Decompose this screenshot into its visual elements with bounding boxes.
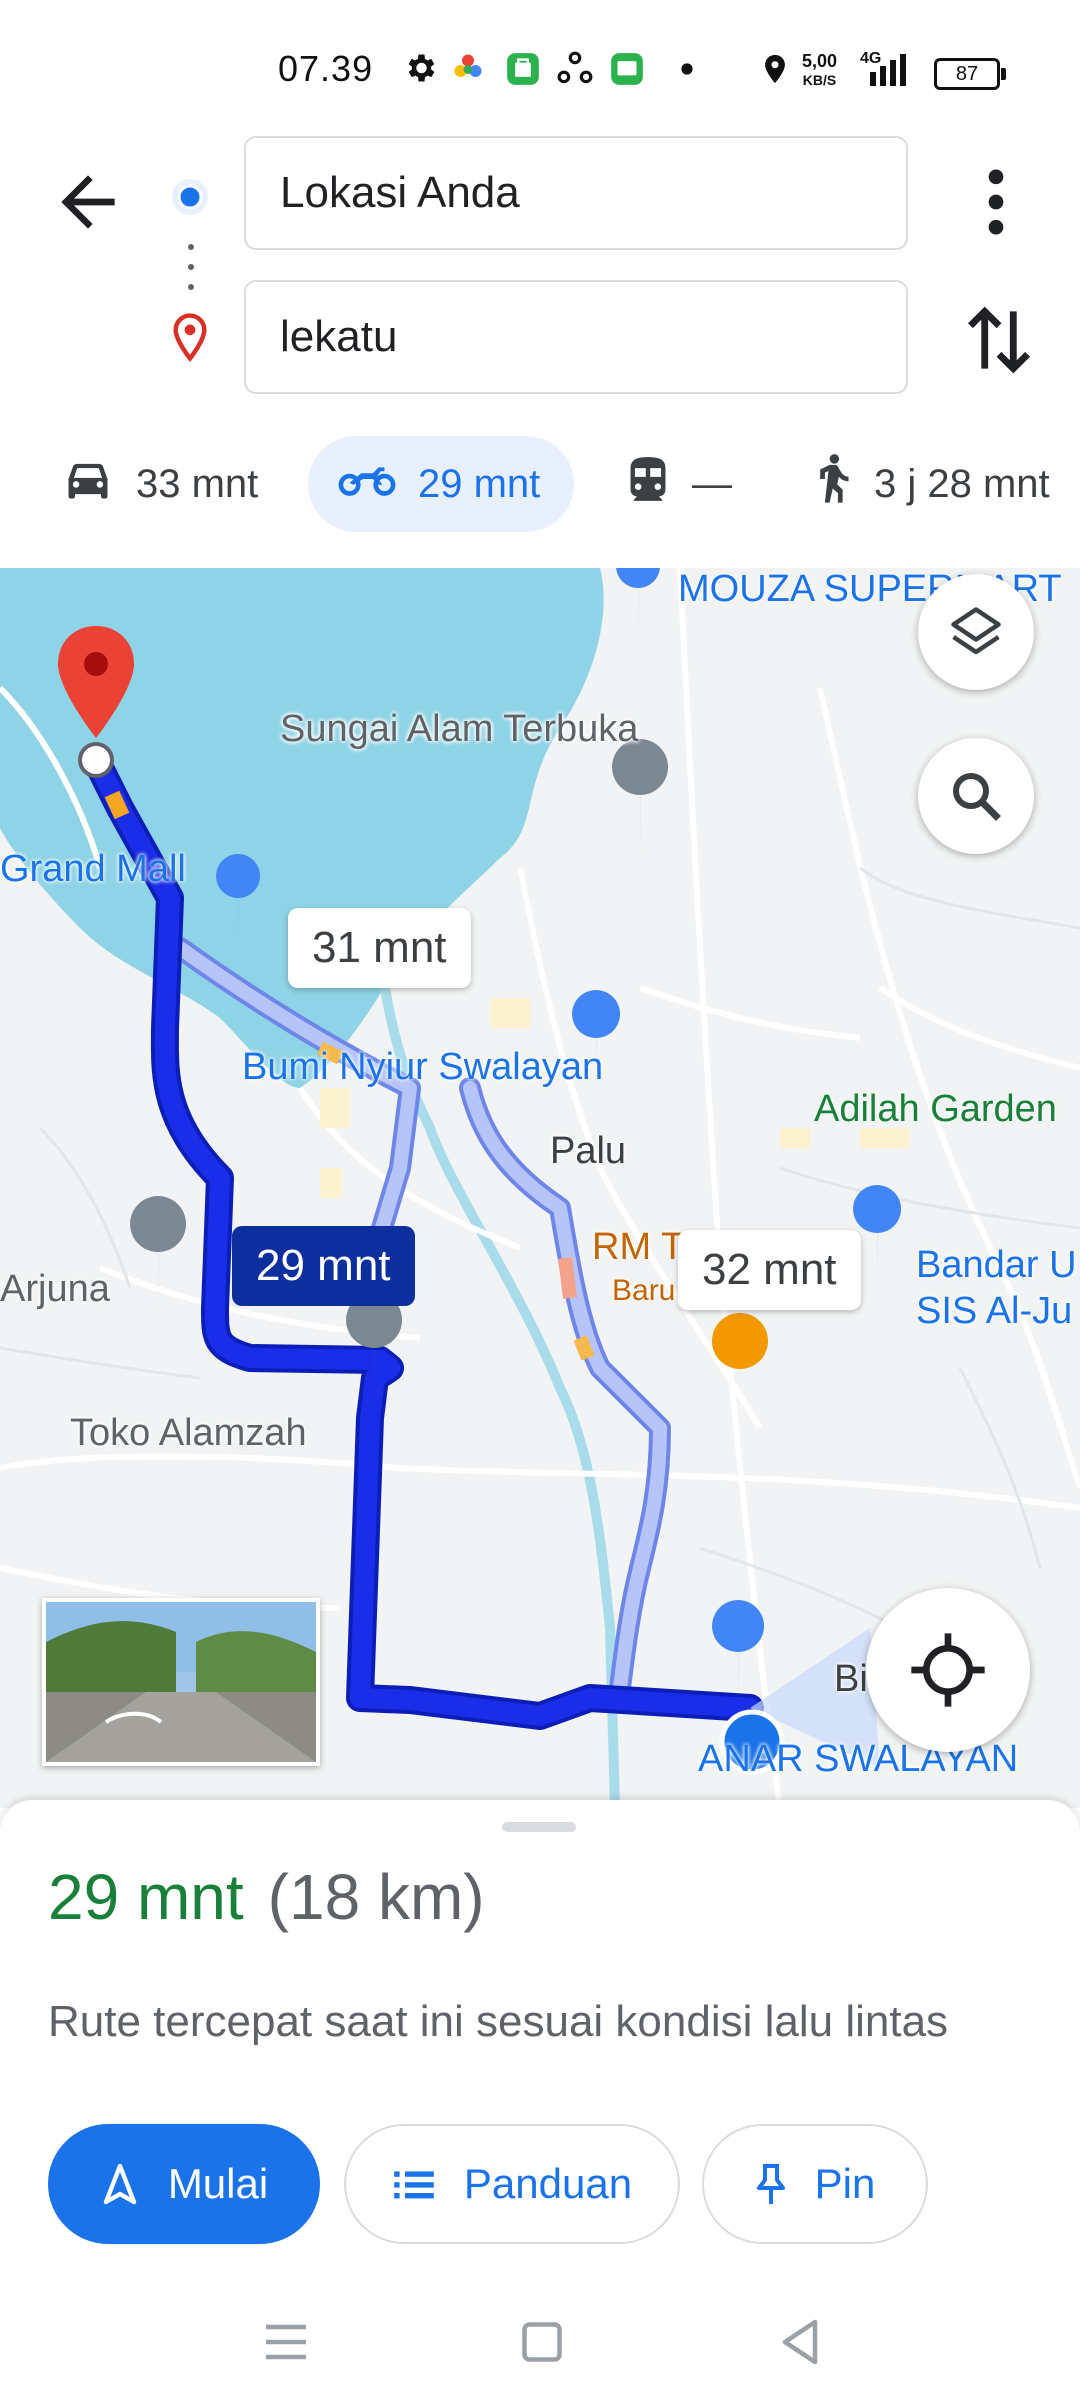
list-icon	[394, 2171, 434, 2199]
back-nav-icon[interactable]	[770, 2312, 830, 2372]
route-bubble-alt2[interactable]: 32 mnt	[678, 1230, 861, 1310]
street-view-image	[46, 1602, 316, 1762]
back-button[interactable]	[48, 162, 128, 242]
poi-bandar-label-1: Bandar U	[916, 1244, 1077, 1286]
pin-icon	[756, 2164, 785, 2204]
search-icon	[953, 773, 1001, 821]
pin-button[interactable]: Pin	[702, 2124, 928, 2244]
arrow-back-icon	[61, 175, 115, 229]
poi-toko-alamzah-label: Toko Alamzah	[70, 1412, 307, 1454]
mode-driving-label: 33 mnt	[136, 461, 259, 506]
car-icon	[68, 463, 108, 499]
steps-button-label: Panduan	[463, 2160, 633, 2207]
share-icon	[557, 51, 593, 84]
settings-icon	[408, 54, 435, 82]
poi-sungai-label: Sungai Alam Terbuka	[280, 708, 639, 750]
swap-button[interactable]	[964, 300, 1034, 380]
poi-bumi-nyiur-label: Bumi Nyiur Swalayan	[242, 1046, 604, 1088]
origin-dot-icon	[172, 179, 208, 215]
mode-walking-label: 3 j 28 mnt	[874, 461, 1050, 506]
my-location-button[interactable]	[866, 1588, 1030, 1752]
layers-button[interactable]	[918, 574, 1034, 690]
home-nav-icon[interactable]	[512, 2312, 572, 2372]
route-bubble-alt1[interactable]: 31 mnt	[288, 908, 471, 988]
gps-icon	[911, 1633, 985, 1707]
train-icon	[630, 457, 666, 501]
route-distance: (18 km)	[267, 1861, 485, 1933]
city-palu-label: Palu	[550, 1130, 627, 1172]
route-description: Rute tercepat saat ini sesuai kondisi la…	[48, 1997, 949, 2046]
destination-pin-icon	[173, 313, 207, 362]
battery-indicator: 87	[934, 58, 1006, 90]
mode-motorcycle[interactable]: 29 mnt	[308, 436, 574, 532]
origin-input[interactable]: Lokasi Anda	[244, 136, 908, 250]
search-map-button[interactable]	[918, 738, 1034, 854]
route-summary: 29 mnt (18 km)	[48, 1860, 485, 1934]
poi-adilah-label: Adilah Garden	[814, 1088, 1057, 1130]
start-button[interactable]: Mulai	[48, 2124, 320, 2244]
route-duration: 29 mnt	[48, 1861, 244, 1933]
destination-input[interactable]: lekatu	[244, 280, 908, 394]
status-time: 07.39	[278, 48, 374, 89]
walk-icon	[820, 454, 849, 503]
layers-icon	[951, 607, 1001, 655]
more-vert-icon	[988, 169, 1004, 235]
poi-bandar-label-2: SIS Al-Ju	[916, 1290, 1073, 1332]
menu-nav-icon[interactable]	[256, 2312, 316, 2372]
street-view-thumbnail[interactable]	[42, 1598, 320, 1766]
steps-button[interactable]: Panduan	[344, 2124, 680, 2244]
signal-icon	[870, 54, 906, 86]
mode-transit-label: —	[692, 461, 732, 506]
mode-motorcycle-label: 29 mnt	[418, 461, 541, 506]
messages-icon	[611, 53, 643, 85]
motorcycle-icon	[338, 467, 396, 496]
location-icon	[765, 54, 785, 84]
route-connector-icon	[188, 244, 194, 290]
route-bubble-primary[interactable]: 29 mnt	[232, 1226, 415, 1306]
poi-bi-label: Bi	[834, 1658, 868, 1700]
poi-grand-mall-label: Grand Mall	[0, 848, 186, 890]
more-options-button[interactable]	[964, 160, 1028, 244]
mode-driving[interactable]: 33 mnt	[62, 436, 258, 532]
start-button-label: Mulai	[167, 2160, 269, 2207]
photos-icon	[454, 54, 482, 77]
mode-walking[interactable]: 3 j 28 mnt	[812, 436, 1050, 532]
map-view[interactable]: MOUZA SUPERMART Sungai Alam Terbuka Gran…	[0, 568, 1080, 1808]
swap-vert-icon	[968, 306, 1030, 374]
mode-transit[interactable]: —	[626, 436, 732, 532]
notification-dot-icon	[681, 63, 693, 75]
status-bar: 07.39 5,00 KB/S 4G 87	[0, 0, 1080, 130]
sheet-handle[interactable]	[502, 1822, 576, 1832]
navigation-icon	[103, 2163, 137, 2205]
poi-arjuna-label: Arjuna	[0, 1268, 110, 1310]
network-speed: 5,00 KB/S	[802, 51, 838, 88]
pin-button-label: Pin	[814, 2160, 876, 2207]
app-store-icon	[507, 53, 539, 85]
